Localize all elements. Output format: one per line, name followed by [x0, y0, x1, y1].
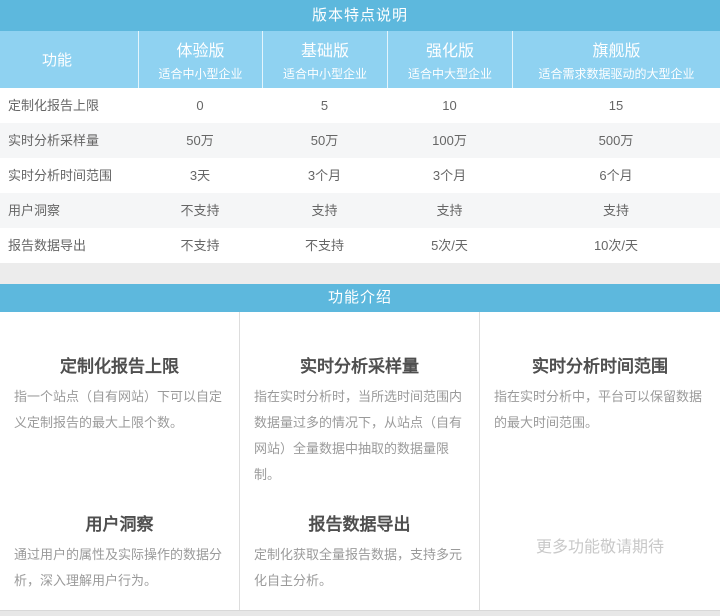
more-features-text: 更多功能敬请期待 [536, 533, 664, 557]
card-title: 定制化报告上限 [14, 352, 225, 377]
feature-label: 实时分析时间范围 [0, 158, 138, 193]
version-table-title-bar: 版本特点说明 [0, 0, 720, 31]
plan-header-trial: 体验版 适合中小型企业 [138, 31, 262, 88]
feature-label: 定制化报告上限 [0, 88, 138, 123]
plan-subtitle: 适合中大型企业 [408, 65, 492, 82]
feature-label: 实时分析采样量 [0, 123, 138, 158]
table-cell: 3个月 [387, 158, 512, 193]
card-report-data-export: 报告数据导出 定制化获取全量报告数据，支持多元化自主分析。 [240, 480, 480, 610]
version-table-title: 版本特点说明 [312, 7, 408, 24]
table-cell: 10 [387, 88, 512, 123]
card-custom-report-limit: 定制化报告上限 指一个站点（自有网站）下可以自定义定制报告的最大上限个数。 [0, 312, 240, 480]
table-cell: 不支持 [262, 228, 387, 263]
table-cell: 支持 [262, 193, 387, 228]
feature-label: 报告数据导出 [0, 228, 138, 263]
card-title: 实时分析采样量 [254, 352, 465, 377]
plan-name: 旗舰版 [592, 37, 640, 61]
card-title: 实时分析时间范围 [494, 352, 706, 377]
feature-intro-cards: 定制化报告上限 指一个站点（自有网站）下可以自定义定制报告的最大上限个数。 实时… [0, 312, 720, 610]
section-gap [0, 263, 720, 284]
table-cell: 3天 [138, 158, 262, 193]
card-description: 指在实时分析时，当所选时间范围内数据量过多的情况下，从站点（自有网站）全量数据中… [254, 384, 465, 488]
table-cell: 5 [262, 88, 387, 123]
card-realtime-sample-volume: 实时分析采样量 指在实时分析时，当所选时间范围内数据量过多的情况下，从站点（自有… [240, 312, 480, 480]
feature-intro-title-bar: 功能介绍 [0, 284, 720, 312]
table-cell: 不支持 [138, 193, 262, 228]
plan-subtitle: 适合中小型企业 [158, 65, 242, 82]
table-row-user-insight: 用户洞察 不支持 支持 支持 支持 [0, 193, 720, 228]
table-row-custom-report-limit: 定制化报告上限 0 5 10 15 [0, 88, 720, 123]
more-features-placeholder: 更多功能敬请期待 [480, 480, 720, 610]
plan-subtitle: 适合需求数据驱动的大型企业 [538, 65, 694, 82]
card-title: 报告数据导出 [254, 510, 465, 535]
feature-label: 用户洞察 [0, 193, 138, 228]
plan-header-row: 功能 体验版 适合中小型企业 基础版 适合中小型企业 强化版 适合中大型企业 旗… [0, 31, 720, 88]
plan-name: 体验版 [176, 37, 224, 61]
card-title: 用户洞察 [14, 510, 225, 535]
table-cell: 支持 [512, 193, 720, 228]
table-cell: 支持 [387, 193, 512, 228]
table-row-realtime-time-range: 实时分析时间范围 3天 3个月 3个月 6个月 [0, 158, 720, 193]
table-cell: 3个月 [262, 158, 387, 193]
table-cell: 0 [138, 88, 262, 123]
card-description: 定制化获取全量报告数据，支持多元化自主分析。 [254, 542, 465, 594]
plan-header-basic: 基础版 适合中小型企业 [262, 31, 387, 88]
table-cell: 5次/天 [387, 228, 512, 263]
card-realtime-time-range: 实时分析时间范围 指在实时分析中，平台可以保留数据的最大时间范围。 [480, 312, 720, 480]
pricing-feature-page: 版本特点说明 功能 体验版 适合中小型企业 基础版 适合中小型企业 强化版 适合… [0, 0, 720, 616]
card-description: 通过用户的属性及实际操作的数据分析，深入理解用户行为。 [14, 542, 225, 594]
table-row-realtime-sample-volume: 实时分析采样量 50万 50万 100万 500万 [0, 123, 720, 158]
table-row-report-data-export: 报告数据导出 不支持 不支持 5次/天 10次/天 [0, 228, 720, 263]
bottom-strip [0, 610, 720, 616]
card-description: 指在实时分析中，平台可以保留数据的最大时间范围。 [494, 384, 706, 436]
card-description: 指一个站点（自有网站）下可以自定义定制报告的最大上限个数。 [14, 384, 225, 436]
card-user-insight: 用户洞察 通过用户的属性及实际操作的数据分析，深入理解用户行为。 [0, 480, 240, 610]
table-cell: 6个月 [512, 158, 720, 193]
plan-subtitle: 适合中小型企业 [283, 65, 367, 82]
table-cell: 10次/天 [512, 228, 720, 263]
feature-intro-title: 功能介绍 [328, 289, 392, 306]
table-cell: 50万 [262, 123, 387, 158]
plan-header-flagship: 旗舰版 适合需求数据驱动的大型企业 [512, 31, 720, 88]
plan-name: 基础版 [301, 37, 349, 61]
plan-name: 强化版 [426, 37, 474, 61]
table-cell: 不支持 [138, 228, 262, 263]
table-cell: 500万 [512, 123, 720, 158]
plan-header-enhanced: 强化版 适合中大型企业 [387, 31, 512, 88]
table-cell: 50万 [138, 123, 262, 158]
table-cell: 100万 [387, 123, 512, 158]
table-cell: 15 [512, 88, 720, 123]
feature-column-header: 功能 [0, 31, 138, 88]
